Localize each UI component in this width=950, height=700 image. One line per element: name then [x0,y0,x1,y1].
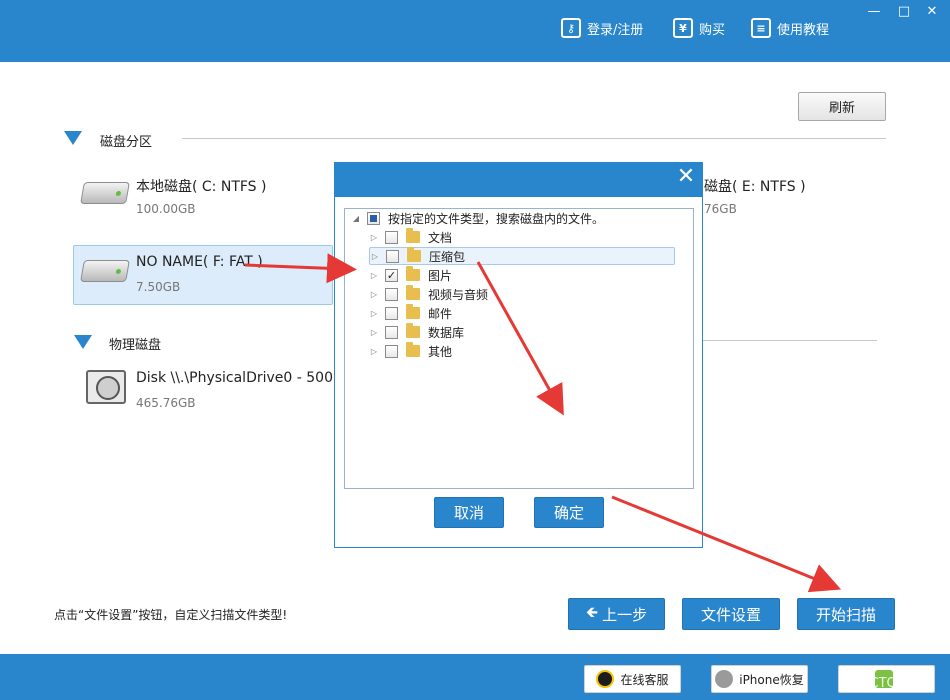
item-checkbox[interactable]: ✓ [385,268,398,282]
file-type-dialog: ✕ ◢ 按指定的文件类型，搜索磁盘内的文件。 ▷ 文档 ▷ 压缩包 ▷ ✓ 图片… [334,162,703,548]
back-label: 上一步 [602,605,648,624]
drive-c[interactable]: 本地磁盘( C: NTFS ) 100.00GB [74,168,334,228]
item-checkbox[interactable] [385,287,398,301]
minimize-button[interactable]: — [864,2,884,20]
collapse-physical-icon[interactable] [74,335,92,349]
item-checkbox[interactable] [385,230,398,244]
folder-icon [406,266,420,281]
hard-drive-icon [80,182,130,204]
hard-drive-icon [80,260,130,282]
expand-icon[interactable]: ▷ [369,347,379,356]
folder-icon [406,304,420,319]
tutorial-link[interactable]: ≡ 使用教程 [751,16,829,40]
partitions-divider [182,138,886,139]
item-label: 邮件 [428,306,453,321]
file-settings-button[interactable]: 文件设置 [682,598,780,630]
folder-icon [407,247,421,262]
login-link[interactable]: ⚷ 登录/注册 [561,16,643,40]
drive-f[interactable]: NO NAME( F: FAT ) 7.50GB [73,245,333,305]
back-button[interactable]: 🡸 上一步 [568,598,665,630]
dialog-header [335,163,702,197]
drive-name: NO NAME( F: FAT ) [136,254,263,270]
online-service-label: 在线客服 [620,672,669,687]
apple-icon [715,670,734,688]
tree-item-archives[interactable]: ▷ 压缩包 [369,247,675,265]
item-checkbox[interactable] [385,325,398,339]
tree-item-images[interactable]: ▷ ✓ 图片 [369,266,452,284]
start-scan-button[interactable]: 开始扫描 [797,598,895,630]
folder-icon [406,228,420,243]
drive-size: 465.76GB [136,396,196,410]
back-arrow-icon: 🡸 [585,602,599,621]
buy-link[interactable]: ¥ 购买 [673,16,725,40]
physical-drive-0[interactable]: Disk \\.\PhysicalDrive0 - 500 465.76GB [74,362,334,422]
item-checkbox[interactable] [385,306,398,320]
maximize-button[interactable]: □ [894,2,914,20]
folder-icon [406,285,420,300]
folder-icon [406,342,420,357]
iphone-recovery-label: iPhone恢复 [739,672,804,687]
item-checkbox[interactable] [386,249,399,263]
item-label: 图片 [428,268,453,283]
drive-size: 100.00GB [136,202,196,216]
buy-label: 购买 [699,22,726,38]
close-window-button[interactable]: ✕ [922,2,942,20]
ok-button[interactable]: 确定 [534,497,604,528]
expand-icon[interactable]: ▷ [370,252,380,261]
tree-item-email[interactable]: ▷ 邮件 [369,304,452,322]
drive-size: 7.50GB [136,280,181,294]
hint-text: 点击“文件设置”按钮，自定义扫描文件类型! [54,608,288,622]
tree-item-video-audio[interactable]: ▷ 视频与音频 [369,285,488,303]
item-label: 视频与音频 [428,287,489,302]
file-type-tree: ◢ 按指定的文件类型，搜索磁盘内的文件。 ▷ 文档 ▷ 压缩包 ▷ ✓ 图片 ▷ [344,208,694,489]
folder-icon [406,323,420,338]
item-label: 数据库 [428,325,465,340]
tree-item-other[interactable]: ▷ 其他 [369,342,452,360]
dialog-close-button[interactable]: ✕ [674,165,698,189]
physical-divider [703,340,877,341]
expand-icon[interactable]: ▷ [369,290,379,299]
cancel-button[interactable]: 取消 [434,497,504,528]
tree-root[interactable]: ◢ 按指定的文件类型，搜索磁盘内的文件。 [351,209,604,227]
expand-icon[interactable]: ▷ [369,328,379,337]
drive-name: 磁盘( E: NTFS ) [704,179,806,195]
item-label: 文档 [428,230,453,245]
watermark: @51CTO博客 [840,676,923,691]
penguin-icon [596,670,615,688]
tree-item-database[interactable]: ▷ 数据库 [369,323,464,341]
tree-item-documents[interactable]: ▷ 文档 [369,228,452,246]
item-checkbox[interactable] [385,344,398,358]
expand-icon[interactable]: ▷ [369,233,379,242]
item-label: 其他 [428,344,453,359]
iphone-recovery-button[interactable]: iPhone恢复 [711,665,808,693]
collapse-icon[interactable]: ◢ [351,214,361,223]
root-checkbox[interactable] [367,211,380,225]
drive-name: 本地磁盘( C: NTFS ) [136,179,267,195]
physical-title: 物理磁盘 [109,338,162,353]
drive-size: 76GB [704,202,737,216]
item-label: 压缩包 [429,249,466,264]
root-label: 按指定的文件类型，搜索磁盘内的文件。 [388,211,605,226]
key-icon: ⚷ [561,18,581,38]
expand-icon[interactable]: ▷ [369,309,379,318]
tutorial-label: 使用教程 [777,22,830,38]
drive-name: Disk \\.\PhysicalDrive0 - 500 [136,370,333,386]
collapse-partitions-icon[interactable] [64,131,82,145]
refresh-button[interactable]: 刷新 [798,92,886,121]
yen-icon: ¥ [673,18,693,38]
expand-icon[interactable]: ▷ [369,271,379,280]
partitions-title: 磁盘分区 [100,135,153,150]
login-label: 登录/注册 [587,22,644,38]
online-service-button[interactable]: 在线客服 [584,665,681,693]
document-icon: ≡ [751,18,771,38]
